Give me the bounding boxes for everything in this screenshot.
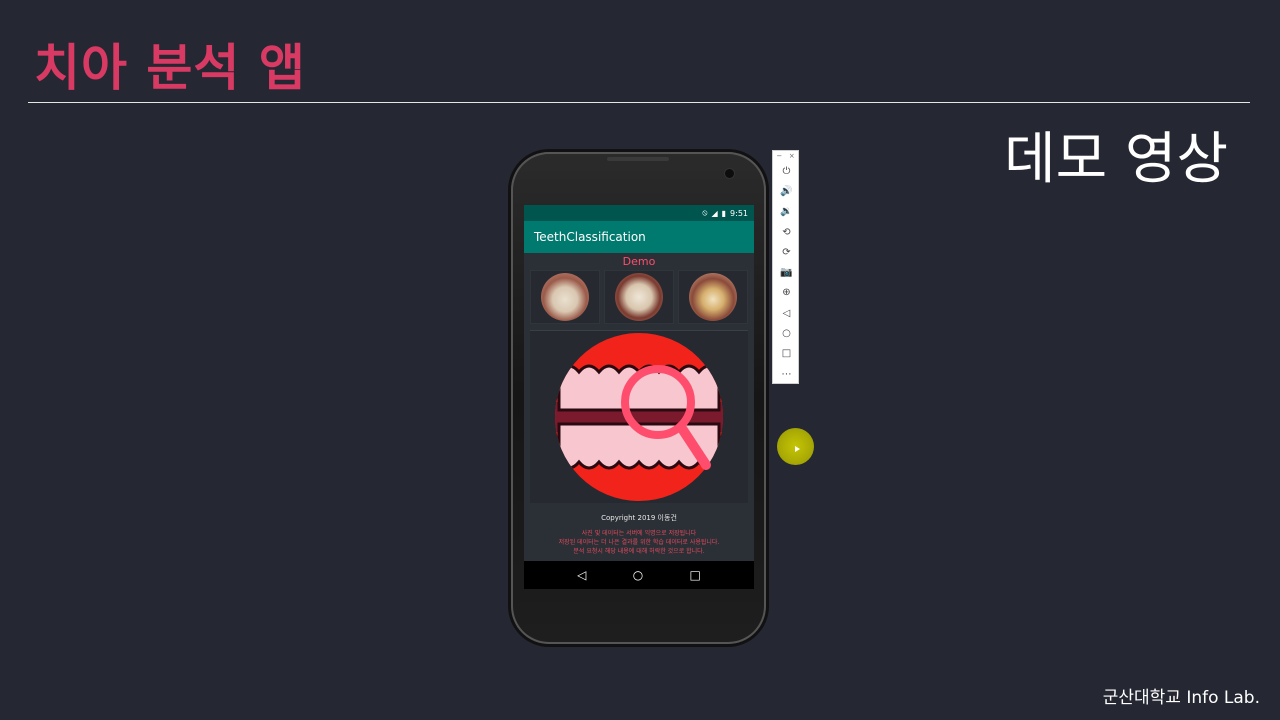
teeth-photo-1-image [541, 273, 589, 321]
status-time: 9:51 [730, 208, 748, 218]
teeth-photo-3[interactable] [678, 270, 748, 324]
app-bar: TeethClassification [524, 221, 754, 253]
nav-recents-button[interactable]: □ [690, 568, 701, 582]
screenshot-icon[interactable]: 📷 [773, 262, 800, 282]
emulator-window-controls: − × [773, 151, 798, 161]
android-nav-bar: ◁ ○ □ [524, 561, 754, 589]
teeth-photo-3-image [689, 273, 737, 321]
notice-line-2: 저장된 데이터는 더 나은 결과를 위한 학습 데이터로 사용됩니다. [558, 539, 720, 546]
rotate-left-icon[interactable]: ⟲ [773, 222, 800, 242]
slide-subtitle: 데모 영상 [1004, 127, 1228, 192]
phone-camera [725, 169, 734, 178]
thumbnail-row [524, 270, 754, 324]
copyright-text: Copyright 2019 이동건 [601, 514, 677, 522]
phone-screen[interactable]: ⦸ ◢ ▮ 9:51 TeethClassification Demo Copy… [524, 205, 754, 589]
back-icon[interactable]: ◁ [773, 303, 800, 323]
minimize-icon[interactable]: − [776, 151, 782, 161]
rotate-right-icon[interactable]: ⟳ [773, 242, 800, 262]
battery-icon: ▮ [721, 208, 727, 218]
close-icon[interactable]: × [789, 151, 795, 161]
overview-icon[interactable]: □ [773, 344, 800, 364]
power-icon[interactable]: ⏻ [773, 161, 800, 181]
nav-home-button[interactable]: ○ [633, 568, 643, 582]
phone-speaker [607, 157, 669, 161]
more-icon[interactable]: ⋯ [773, 364, 800, 384]
analyze-image-button[interactable] [530, 330, 748, 503]
notice-line-3: 분석 요청시 해당 내용에 대해 허락한 것으로 합니다. [573, 548, 705, 555]
privacy-notice: 사진 및 데이터는 서버에 익명으로 저장됩니다 저장된 데이터는 더 나은 결… [524, 529, 754, 556]
mouse-cursor-icon [795, 446, 800, 452]
zoom-icon[interactable]: ⊕ [773, 283, 800, 303]
teeth-magnifier-logo [555, 333, 723, 501]
teeth-photo-2-image [615, 273, 663, 321]
slide-title: 치아 분석 앱 [34, 39, 306, 97]
volume-down-icon[interactable]: 🔉 [773, 202, 800, 222]
app-title: TeethClassification [534, 230, 646, 244]
footer-credit: 군산대학교 Info Lab. [1102, 688, 1260, 708]
notice-line-1: 사진 및 데이터는 서버에 익명으로 저장됩니다 [581, 530, 697, 537]
home-icon[interactable]: ○ [773, 323, 800, 343]
status-bar: ⦸ ◢ ▮ 9:51 [524, 205, 754, 221]
no-disturb-icon: ⦸ [702, 208, 708, 217]
phone-emulator: ⦸ ◢ ▮ 9:51 TeethClassification Demo Copy… [511, 152, 766, 644]
demo-label: Demo [622, 255, 656, 268]
emulator-toolbar: − × ⏻ 🔊 🔉 ⟲ ⟳ 📷 ⊕ ◁ ○ □ ⋯ [772, 150, 799, 384]
signal-icon: ◢ [711, 208, 718, 218]
title-divider [28, 102, 1250, 103]
teeth-photo-1[interactable] [530, 270, 600, 324]
teeth-photo-2[interactable] [604, 270, 674, 324]
nav-back-button[interactable]: ◁ [577, 568, 586, 582]
volume-up-icon[interactable]: 🔊 [773, 181, 800, 201]
